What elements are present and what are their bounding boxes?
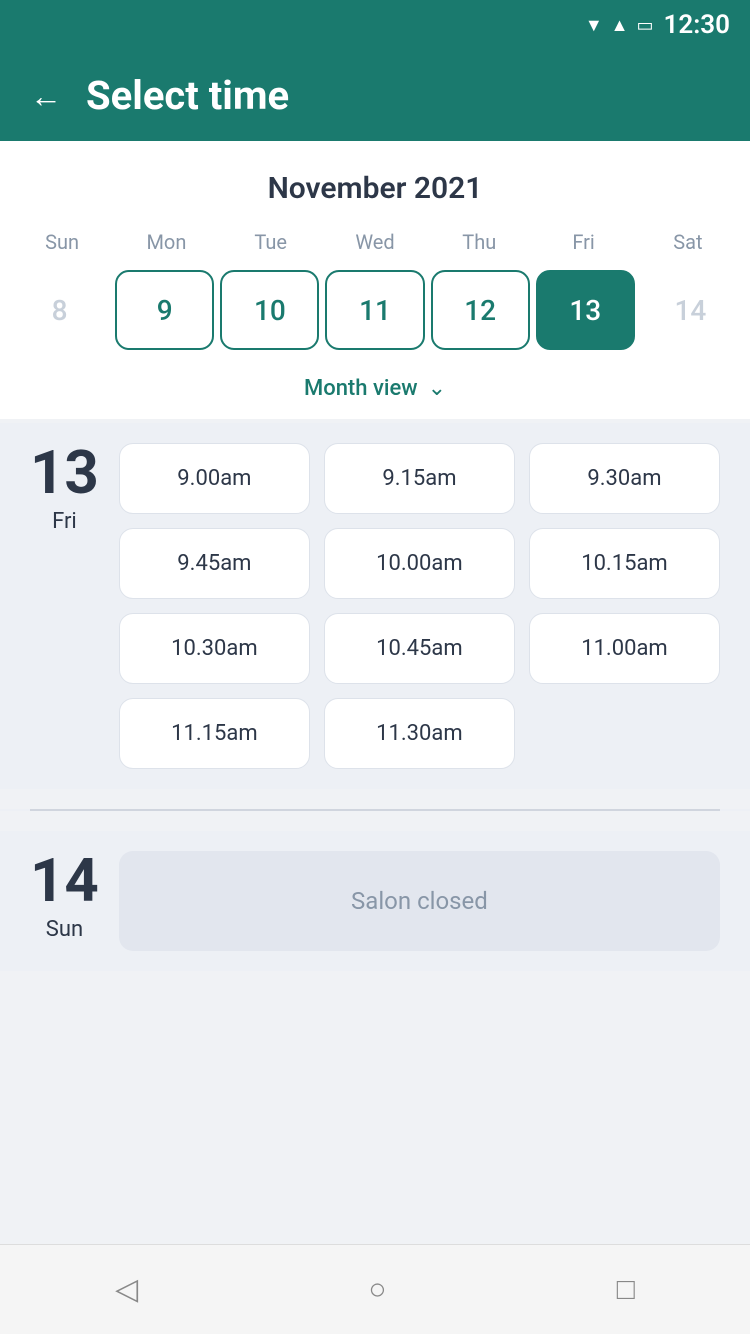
weekdays-row: Sun Mon Tue Wed Thu Fri Sat	[0, 222, 750, 262]
time-slot-900am[interactable]: 9.00am	[119, 443, 310, 514]
date-11[interactable]: 11	[325, 270, 424, 350]
date-9[interactable]: 9	[115, 270, 214, 350]
header: ← Select time	[0, 50, 750, 141]
weekday-sat: Sat	[636, 222, 740, 262]
date-13[interactable]: 13	[536, 270, 635, 350]
date-14: 14	[641, 270, 740, 350]
sunday-label: 14 Sun	[30, 851, 99, 942]
time-slot-1100am[interactable]: 11.00am	[529, 613, 720, 684]
weekday-tue: Tue	[219, 222, 323, 262]
friday-label: 13 Fri	[30, 443, 99, 534]
page-title: Select time	[86, 72, 289, 119]
status-time: 12:30	[664, 10, 731, 40]
weekday-wed: Wed	[323, 222, 427, 262]
sunday-name: Sun	[46, 917, 83, 942]
time-slot-915am[interactable]: 9.15am	[324, 443, 515, 514]
sunday-section: 14 Sun Salon closed	[0, 831, 750, 971]
date-8: 8	[10, 270, 109, 350]
friday-content: 13 Fri 9.00am 9.15am 9.30am 9.45am 10.00…	[30, 443, 720, 769]
friday-section: 13 Fri 9.00am 9.15am 9.30am 9.45am 10.00…	[0, 423, 750, 789]
chevron-down-icon: ⌄	[428, 376, 446, 401]
signal-icon: ▲	[611, 15, 629, 36]
time-slot-1015am[interactable]: 10.15am	[529, 528, 720, 599]
calendar-section: November 2021 Sun Mon Tue Wed Thu Fri Sa…	[0, 141, 750, 419]
time-slot-1030am[interactable]: 10.30am	[119, 613, 310, 684]
salon-closed-box: Salon closed	[119, 851, 720, 951]
nav-home-button[interactable]	[368, 1272, 386, 1307]
wifi-icon: ▼	[585, 15, 603, 36]
time-slot-945am[interactable]: 9.45am	[119, 528, 310, 599]
sunday-content: 14 Sun Salon closed	[30, 851, 720, 951]
month-view-toggle[interactable]: Month view ⌄	[0, 366, 750, 419]
friday-number: 13	[30, 443, 99, 503]
back-button[interactable]: ←	[30, 77, 62, 115]
month-year-label: November 2021	[0, 161, 750, 222]
nav-recent-button[interactable]	[617, 1272, 635, 1307]
dates-row: 8 9 10 11 12 13 14	[0, 262, 750, 366]
time-slot-1000am[interactable]: 10.00am	[324, 528, 515, 599]
friday-name: Fri	[52, 509, 77, 534]
month-view-label: Month view	[304, 376, 418, 401]
status-icons: ▼ ▲ ▭	[585, 15, 654, 36]
status-bar: ▼ ▲ ▭ 12:30	[0, 0, 750, 50]
salon-closed-text: Salon closed	[351, 887, 488, 915]
weekday-mon: Mon	[114, 222, 218, 262]
weekday-sun: Sun	[10, 222, 114, 262]
time-slot-1045am[interactable]: 10.45am	[324, 613, 515, 684]
date-12[interactable]: 12	[431, 270, 530, 350]
weekday-fri: Fri	[531, 222, 635, 262]
nav-bar	[0, 1244, 750, 1334]
section-divider	[30, 809, 720, 811]
nav-back-button[interactable]	[115, 1272, 138, 1307]
time-slot-1130am[interactable]: 11.30am	[324, 698, 515, 769]
time-slot-1115am[interactable]: 11.15am	[119, 698, 310, 769]
friday-time-grid: 9.00am 9.15am 9.30am 9.45am 10.00am 10.1…	[119, 443, 720, 769]
time-slot-930am[interactable]: 9.30am	[529, 443, 720, 514]
sunday-number: 14	[30, 851, 99, 911]
weekday-thu: Thu	[427, 222, 531, 262]
date-10[interactable]: 10	[220, 270, 319, 350]
battery-icon: ▭	[636, 15, 653, 36]
